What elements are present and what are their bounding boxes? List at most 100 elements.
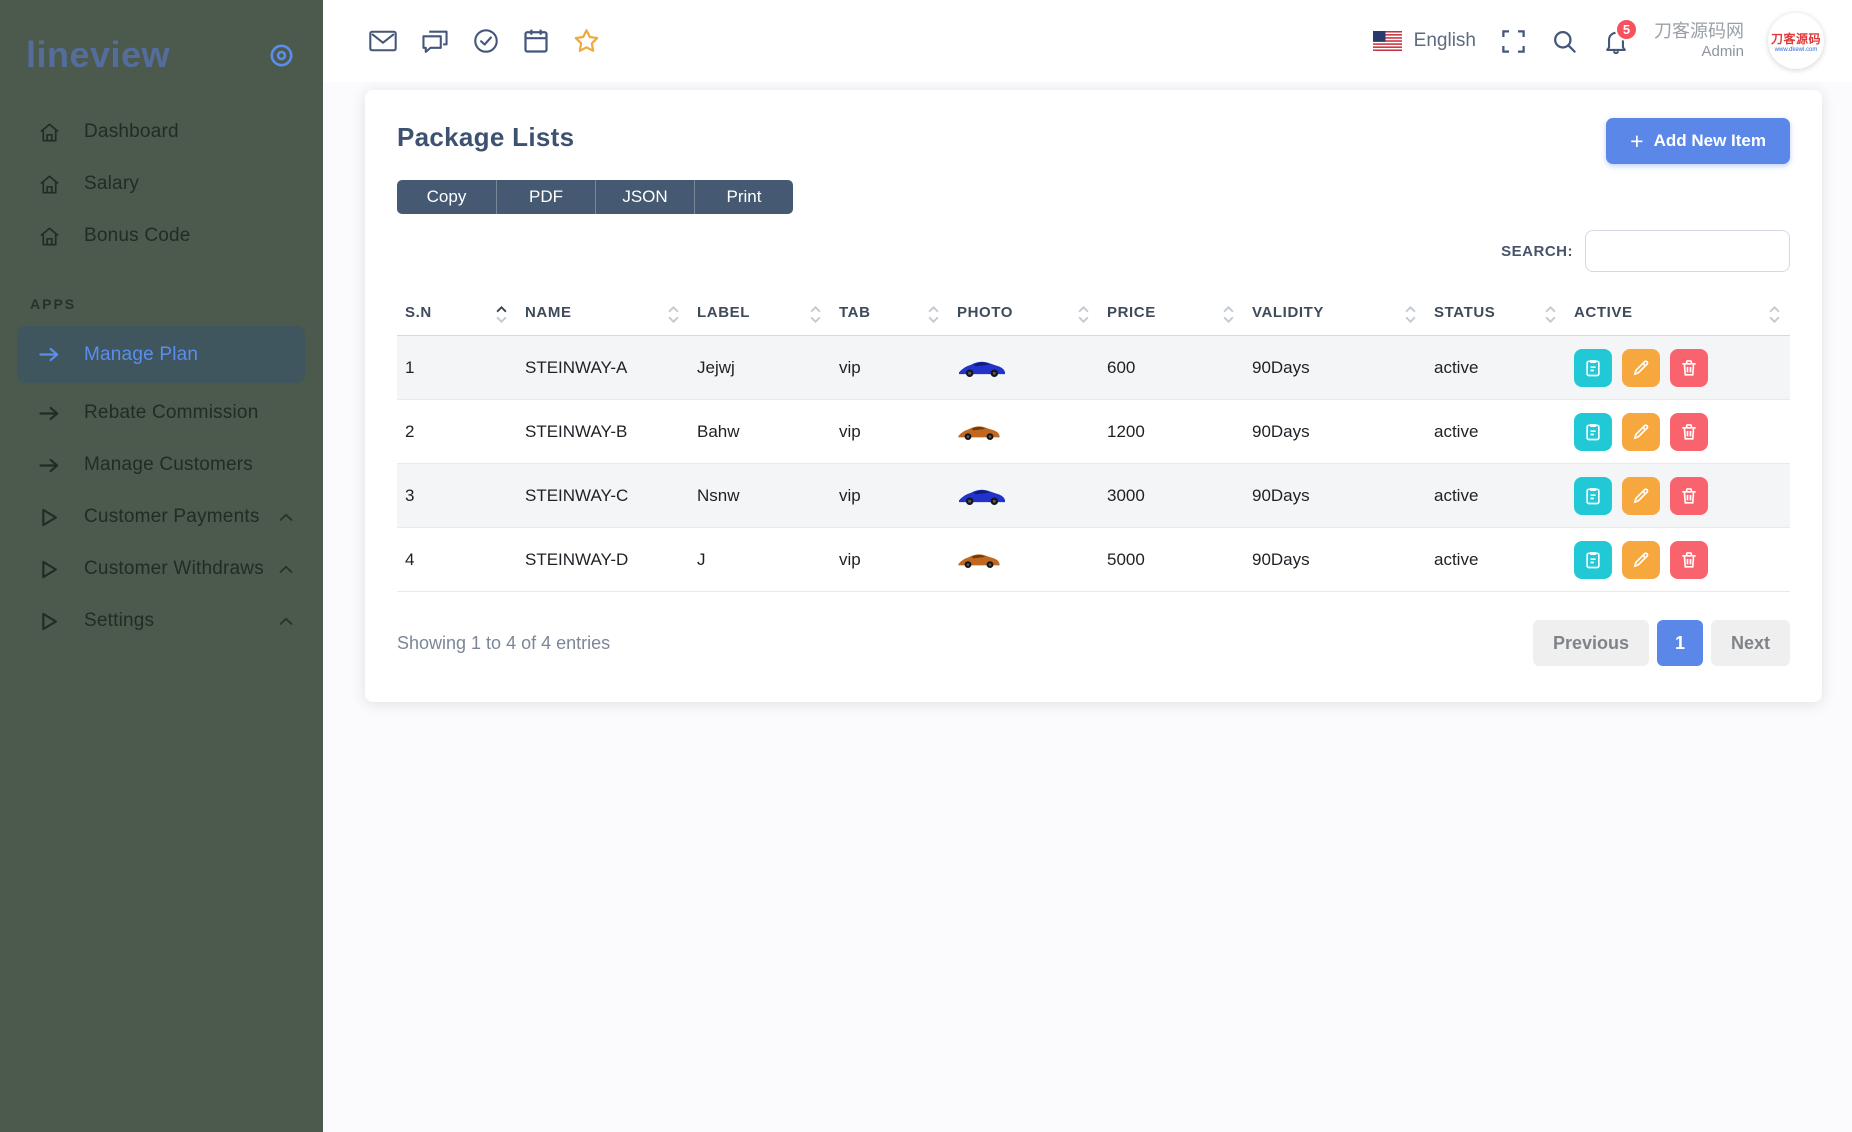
column-header-status[interactable]: STATUS [1426,296,1566,336]
avatar-logo-url: www.dkewl.com [1775,47,1818,53]
play-outline-icon [36,560,62,579]
table-row: 2 STEINWAY-B Bahw vip 1200 90Days active [397,400,1790,464]
trash-icon [1679,486,1699,506]
edit-button[interactable] [1622,541,1660,579]
sidebar-item-dashboard[interactable]: Dashboard [0,106,323,158]
sidebar-menu: Dashboard Salary Bonus Code APPS Manage … [0,106,323,647]
table-search-input[interactable] [1585,230,1790,272]
cell-actions [1566,464,1790,528]
next-page-button[interactable]: Next [1711,620,1790,666]
add-new-item-button[interactable]: + Add New Item [1606,118,1790,164]
cell-status: active [1426,336,1566,400]
chat-icon[interactable] [420,28,450,55]
sidebar: lineview Dashboard Salary Bonus Code APP… [0,0,323,1132]
view-button[interactable] [1574,477,1612,515]
previous-page-button[interactable]: Previous [1533,620,1649,666]
delete-button[interactable] [1670,477,1708,515]
column-header-active[interactable]: ACTIVE [1566,296,1790,336]
car-photo [957,549,1001,570]
trash-icon [1679,358,1699,378]
cell-price: 1200 [1099,400,1244,464]
cell-photo [949,336,1099,400]
sidebar-item-customer-withdraws[interactable]: Customer Withdraws [0,543,323,595]
sort-carets [810,306,821,323]
search-label: SEARCH: [1501,243,1573,260]
pencil-icon [1631,486,1651,506]
edit-button[interactable] [1622,349,1660,387]
pencil-icon [1631,550,1651,570]
column-header-sn[interactable]: S.N [397,296,517,336]
home-icon [36,173,62,196]
column-header-photo[interactable]: PHOTO [949,296,1099,336]
user-info[interactable]: 刀客源码网 Admin [1654,20,1744,61]
sidebar-item-customer-payments[interactable]: Customer Payments [0,491,323,543]
calendar-icon[interactable] [522,27,550,55]
delete-button[interactable] [1670,541,1708,579]
cell-validity: 90Days [1244,464,1426,528]
language-selector[interactable]: English [1373,30,1476,52]
sort-carets [1405,306,1416,323]
sidebar-item-settings[interactable]: Settings [0,595,323,647]
column-header-label[interactable]: LABEL [689,296,831,336]
json-button[interactable]: JSON [595,180,694,214]
trash-icon [1679,550,1699,570]
edit-button[interactable] [1622,413,1660,451]
delete-button[interactable] [1670,413,1708,451]
clipboard-icon [1583,422,1603,442]
sidebar-item-label: Dashboard [84,121,179,143]
star-icon[interactable] [572,27,601,55]
check-circle-icon[interactable] [472,27,500,55]
notifications-button[interactable]: 5 [1602,27,1630,56]
copy-button[interactable]: Copy [397,180,496,214]
page-title: Package Lists [397,118,574,153]
sidebar-header: lineview [0,26,323,84]
chevron-up-icon [279,617,293,626]
cell-sn: 2 [397,400,517,464]
column-header-tab[interactable]: TAB [831,296,949,336]
arrow-right-icon [36,347,62,362]
cell-name: STEINWAY-C [517,464,689,528]
search-icon[interactable] [1551,28,1578,55]
cell-label: J [689,528,831,592]
sidebar-item-salary[interactable]: Salary [0,158,323,210]
table-info-text: Showing 1 to 4 of 4 entries [397,633,610,654]
print-button[interactable]: Print [694,180,793,214]
edit-button[interactable] [1622,477,1660,515]
column-header-price[interactable]: PRICE [1099,296,1244,336]
sidebar-item-manage-customers[interactable]: Manage Customers [0,439,323,491]
cell-actions [1566,400,1790,464]
column-header-validity[interactable]: VALIDITY [1244,296,1426,336]
fullscreen-icon[interactable] [1500,28,1527,55]
sidebar-item-label: Manage Customers [84,454,253,476]
sidebar-item-label: Settings [84,610,154,632]
column-header-name[interactable]: NAME [517,296,689,336]
cell-validity: 90Days [1244,336,1426,400]
sidebar-item-manage-plan[interactable]: Manage Plan [17,326,305,383]
view-button[interactable] [1574,541,1612,579]
view-button[interactable] [1574,413,1612,451]
main-content: Package Lists + Add New Item Copy PDF JS… [323,82,1852,702]
cell-price: 5000 [1099,528,1244,592]
cell-photo [949,464,1099,528]
mail-icon[interactable] [368,28,398,54]
cell-validity: 90Days [1244,528,1426,592]
avatar[interactable]: 刀客源码 www.dkewl.com [1768,13,1824,69]
arrow-right-icon [36,458,62,473]
view-button[interactable] [1574,349,1612,387]
cell-sn: 1 [397,336,517,400]
sidebar-item-rebate-commission[interactable]: Rebate Commission [0,387,323,439]
app-logo: lineview [26,34,170,76]
language-label: English [1414,30,1476,52]
cell-name: STEINWAY-A [517,336,689,400]
page-1-button[interactable]: 1 [1657,620,1703,666]
sidebar-item-bonus-code[interactable]: Bonus Code [0,210,323,262]
pdf-button[interactable]: PDF [496,180,595,214]
delete-button[interactable] [1670,349,1708,387]
arrow-right-icon [36,406,62,421]
sidebar-item-label: Customer Withdraws [84,558,264,580]
clipboard-icon [1583,550,1603,570]
sidebar-toggle-icon[interactable] [268,42,295,69]
clipboard-icon [1583,486,1603,506]
sidebar-section-apps: APPS [30,296,323,312]
pencil-icon [1631,358,1651,378]
